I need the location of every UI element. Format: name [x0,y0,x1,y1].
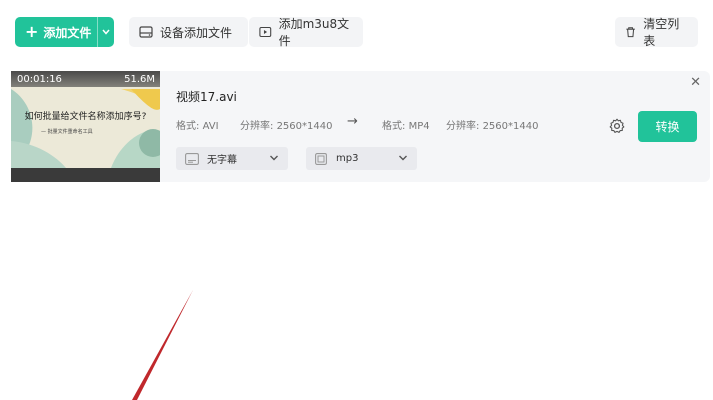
annotation-line [132,290,193,400]
